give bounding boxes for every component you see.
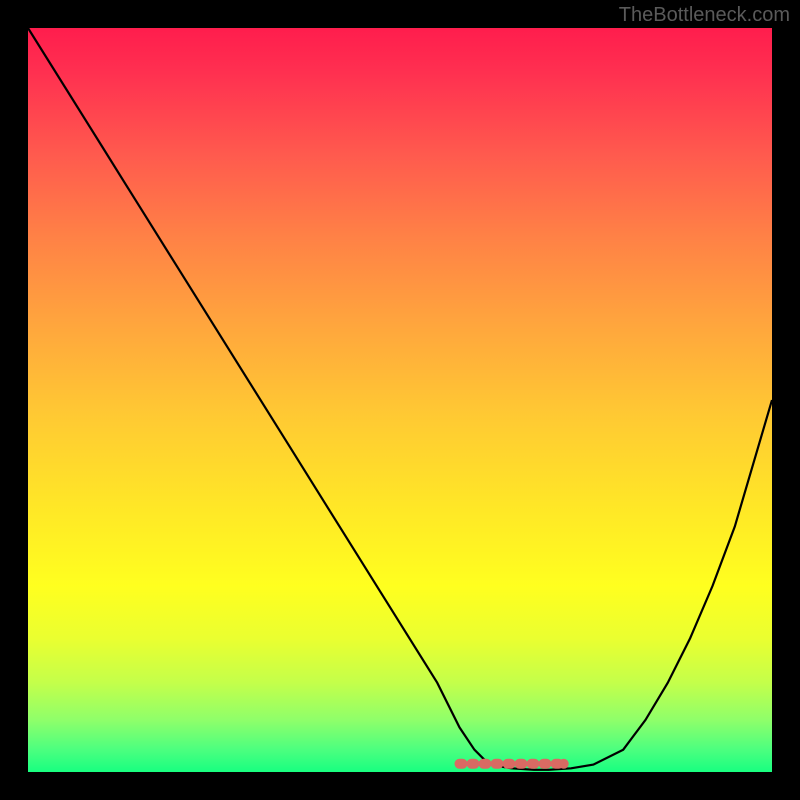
chart-plot-area xyxy=(28,28,772,772)
watermark-text: TheBottleneck.com xyxy=(619,4,790,27)
plateau-end-dot xyxy=(559,759,569,769)
bottleneck-curve xyxy=(28,28,772,770)
chart-svg-layer xyxy=(28,28,772,772)
